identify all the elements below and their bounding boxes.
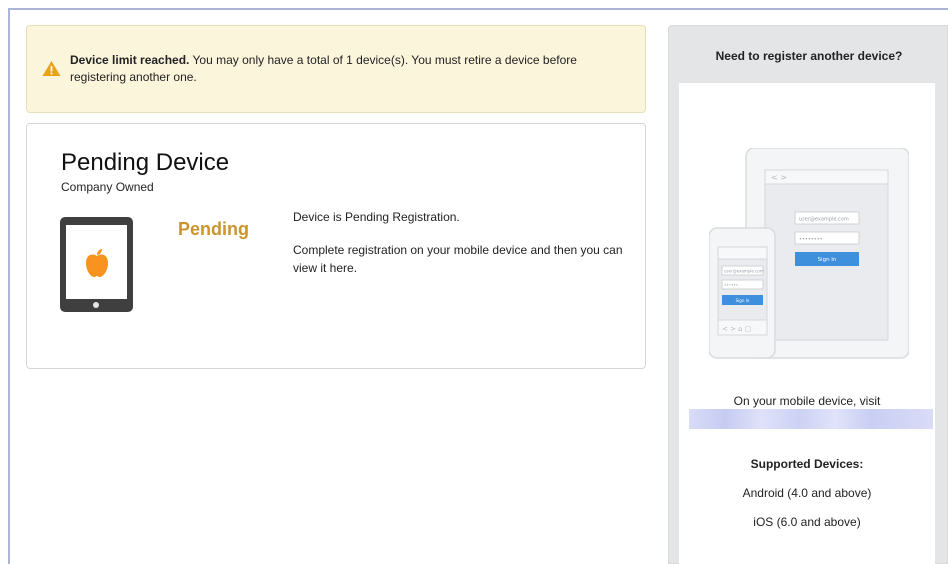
device-card[interactable]: Pending Device Company Owned Pending Dev… [26,123,646,369]
illus-phone-toolbar-icons: < > ⌂ ▢ [722,325,751,333]
illus-phone-password: •••••• [724,283,738,288]
alert-title: Device limit reached. [70,53,190,67]
warning-icon [42,61,61,76]
device-registration-illustration: < > user@example.com •••••••• Sign In us… [709,148,909,359]
device-instructions: Complete registration on your mobile dev… [293,243,623,275]
window-border-top [8,8,948,10]
device-screen [66,225,127,299]
device-image [60,217,133,312]
illus-tablet-email: user@example.com [799,217,849,223]
illus-phone-email: user@example.com [724,269,764,274]
illus-phone-signin-label: Sign In [736,298,750,303]
illus-tablet-nav-icons: < > [771,173,787,182]
enrollment-url-redacted[interactable] [689,409,933,429]
illus-phone-browser-bar [717,246,768,260]
device-status: Pending [178,219,249,239]
supported-android: Android (4.0 and above) [742,486,872,500]
device-status-description: Device is Pending Registration. [293,210,460,224]
window-border-left [8,8,10,564]
supported-devices-heading: Supported Devices: [750,457,864,471]
alert-message: Device limit reached. You may only have … [70,52,630,86]
device-home-button [93,302,99,308]
supported-ios: iOS (6.0 and above) [753,515,861,529]
device-title: Pending Device [61,149,230,176]
device-limit-alert: Device limit reached. You may only have … [26,25,646,113]
register-heading: Need to register another device? [715,49,903,63]
register-device-panel: Need to register another device? < > use… [668,25,948,564]
visit-instruction: On your mobile device, visit [733,394,881,408]
register-panel-body: < > user@example.com •••••••• Sign In us… [679,83,935,564]
device-ownership: Company Owned [61,180,154,194]
illus-tablet-password: •••••••• [799,237,823,243]
illus-tablet-signin-label: Sign In [818,257,837,263]
apple-icon [86,249,108,277]
